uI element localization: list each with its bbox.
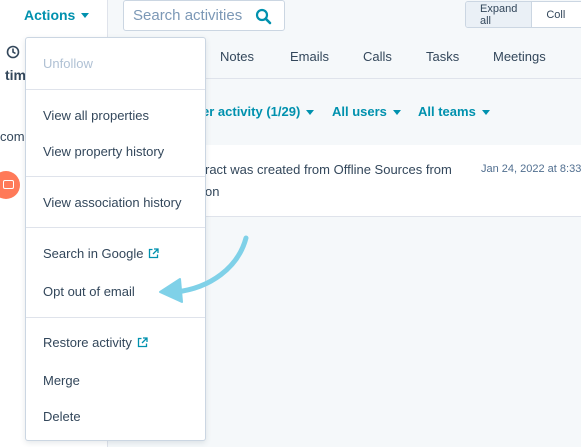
menu-item-label: Opt out of email [43, 284, 135, 299]
menu-item-opt-out-of-email[interactable]: Opt out of email [43, 284, 135, 299]
activity-tabs: Notes Emails Calls Tasks Meetings [205, 37, 581, 79]
external-link-icon [137, 337, 148, 348]
search-box[interactable] [123, 0, 285, 31]
avatar[interactable] [0, 171, 20, 199]
search-input[interactable] [133, 7, 251, 24]
menu-divider [26, 227, 205, 228]
tab-meetings[interactable]: Meetings [493, 49, 546, 64]
menu-item-search-in-google[interactable]: Search in Google [43, 246, 160, 261]
menu-divider [26, 317, 205, 318]
filter-activity[interactable]: er activity (1/29) [202, 104, 315, 119]
menu-item-view-all-properties[interactable]: View all properties [43, 108, 149, 123]
chevron-down-icon [81, 13, 90, 18]
menu-item-unfollow: Unfollow [43, 56, 93, 71]
menu-item-label: Unfollow [43, 56, 93, 71]
menu-item-merge[interactable]: Merge [43, 373, 80, 388]
email-icon [3, 180, 14, 189]
tab-notes[interactable]: Notes [220, 49, 254, 64]
filter-teams[interactable]: All teams [418, 104, 490, 119]
actions-label: Actions [24, 7, 76, 23]
follow-icon[interactable] [6, 45, 20, 59]
menu-item-label: View property history [43, 144, 165, 159]
filter-activity-label: er activity (1/29) [202, 104, 301, 119]
expand-collapse-toggle: Expand all Coll [465, 1, 581, 28]
menu-divider [26, 176, 205, 177]
menu-item-label: Delete [43, 409, 81, 424]
filter-users[interactable]: All users [332, 104, 401, 119]
menu-item-delete[interactable]: Delete [43, 409, 81, 424]
filter-users-label: All users [332, 104, 387, 119]
activity-timestamp: Jan 24, 2022 at 8:33 [481, 163, 581, 175]
filter-teams-label: All teams [418, 104, 476, 119]
menu-item-label: View association history [43, 195, 182, 210]
chevron-down-icon [392, 109, 401, 115]
activity-text-line-1: ract was created from Offline Sources fr… [205, 162, 452, 177]
activity-card[interactable]: ract was created from Offline Sources fr… [205, 145, 581, 217]
menu-divider [26, 89, 205, 90]
tab-calls[interactable]: Calls [363, 49, 392, 64]
expand-all-button[interactable]: Expand all [466, 2, 532, 27]
menu-item-view-property-history[interactable]: View property history [43, 144, 164, 159]
record-detail-partial: com [0, 129, 25, 144]
menu-item-view-association-history[interactable]: View association history [43, 195, 182, 210]
tab-emails[interactable]: Emails [290, 49, 329, 64]
menu-item-label: View all properties [43, 108, 149, 123]
collapse-all-button[interactable]: Coll [531, 2, 581, 27]
annotation-arrow-icon [159, 235, 249, 303]
tab-tasks[interactable]: Tasks [426, 49, 459, 64]
chevron-down-icon [481, 109, 490, 115]
search-icon[interactable] [255, 8, 272, 25]
menu-item-restore-activity[interactable]: Restore activity [43, 335, 148, 350]
record-name-partial: tim [5, 67, 26, 83]
chevron-down-icon [306, 109, 315, 115]
actions-dropdown[interactable]: Actions [24, 7, 90, 23]
menu-item-label: Merge [43, 373, 80, 388]
menu-item-label: Search in Google [43, 246, 144, 261]
activity-text-line-2: on [205, 184, 220, 199]
menu-item-label: Restore activity [43, 335, 132, 350]
